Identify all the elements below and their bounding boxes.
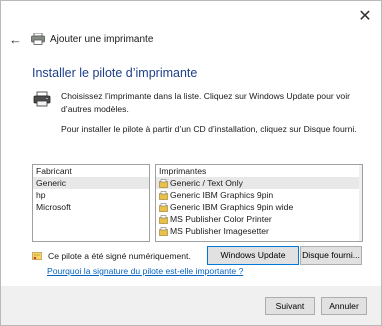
next-button[interactable]: Suivant: [265, 297, 315, 315]
signature-text: Ce pilote a été signé numériquement.: [48, 251, 191, 261]
manufacturer-list-header: Fabricant: [36, 166, 72, 176]
driver-icon: [159, 178, 168, 188]
printer-list-scrollbar[interactable]: [359, 165, 362, 241]
close-icon: ✕: [358, 8, 372, 25]
signature-status: Ce pilote a été signé numériquement.: [32, 251, 191, 261]
manufacturer-item-generic[interactable]: Generic: [33, 177, 149, 189]
printer-item-ms-publisher-imagesetter[interactable]: MS Publisher Imagesetter: [156, 225, 362, 237]
page-title: Installer le pilote d’imprimante: [32, 66, 198, 80]
printer-item-ms-publisher-color[interactable]: MS Publisher Color Printer: [156, 213, 362, 225]
driver-icon: [159, 226, 168, 236]
manufacturer-list[interactable]: Fabricant Generic hp Microsoft: [32, 164, 150, 242]
driver-icon: [159, 202, 168, 212]
intro-instructions: Choisissez l’imprimante dans la liste. C…: [61, 91, 350, 114]
signature-info-link[interactable]: Pourquoi la signature du pilote est-elle…: [47, 266, 243, 276]
printer-list-header: Imprimantes: [159, 166, 207, 176]
printer-icon: [31, 33, 45, 45]
window-title: Ajouter une imprimante: [50, 33, 154, 45]
driver-icon: [159, 214, 168, 224]
printer-item-generic-ibm-9pin-wide[interactable]: Generic IBM Graphics 9pin wide: [156, 201, 362, 213]
printer-item-generic-ibm-9pin[interactable]: Generic IBM Graphics 9pin: [156, 189, 362, 201]
manufacturer-item-hp[interactable]: hp: [33, 189, 149, 201]
printer-icon: [33, 91, 51, 107]
printer-item-generic-text-only[interactable]: Generic / Text Only: [156, 177, 362, 189]
have-disk-button[interactable]: Disque fourni...: [300, 246, 362, 265]
add-printer-dialog: ✕ ← Ajouter une imprimante Installer le …: [0, 0, 382, 326]
driver-icon: [159, 190, 168, 200]
windows-update-button[interactable]: Windows Update: [207, 246, 299, 265]
intro-disk-instructions: Pour installer le pilote à partir d’un C…: [61, 124, 357, 134]
cancel-button[interactable]: Annuler: [321, 297, 367, 315]
certificate-icon: [32, 252, 42, 260]
title-bar: ← Ajouter une imprimante: [9, 31, 153, 47]
printer-list[interactable]: Imprimantes Generic / Text Only Generic …: [155, 164, 363, 242]
close-button[interactable]: ✕: [357, 9, 373, 25]
manufacturer-item-microsoft[interactable]: Microsoft: [33, 201, 149, 213]
back-arrow-icon[interactable]: ←: [9, 32, 22, 47]
